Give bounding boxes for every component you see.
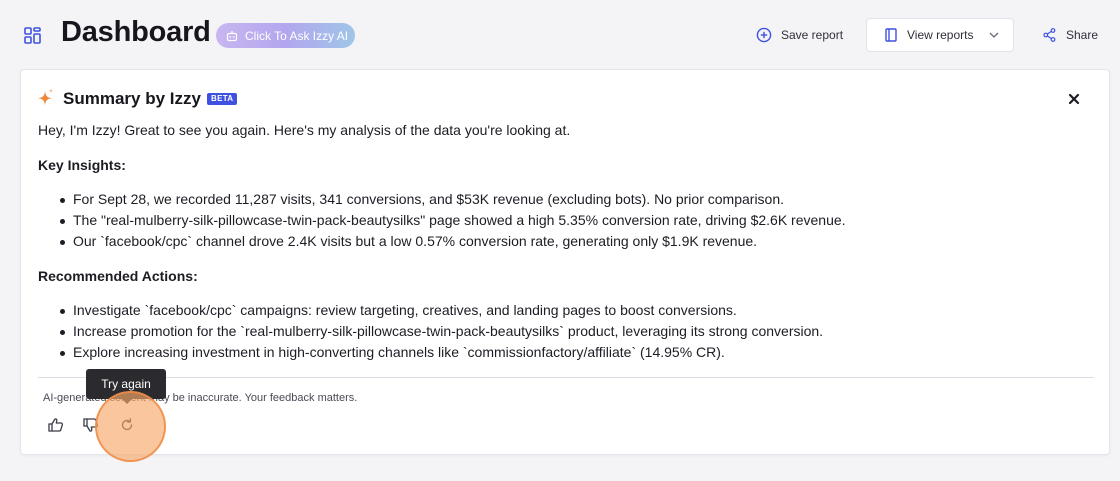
list-item: Investigate `facebook/cpc` campaigns: re…: [38, 300, 1098, 321]
close-icon[interactable]: [1067, 92, 1081, 106]
sparkle-icon: [38, 88, 54, 106]
ask-izzy-ai-button[interactable]: Click To Ask Izzy AI: [216, 23, 355, 48]
view-reports-label: View reports: [907, 28, 974, 42]
thumbs-down-icon[interactable]: [82, 416, 100, 434]
view-reports-dropdown[interactable]: View reports: [866, 18, 1014, 52]
plus-circle-icon: [756, 27, 772, 43]
thumbs-up-icon[interactable]: [47, 416, 65, 434]
list-item: Explore increasing investment in high-co…: [38, 342, 1098, 363]
try-again-tooltip: Try again: [86, 369, 166, 404]
ask-ai-label: Click To Ask Izzy AI: [245, 28, 349, 43]
recommended-actions-heading: Recommended Actions:: [38, 268, 198, 284]
summary-title: Summary by Izzy: [63, 89, 201, 108]
bookmark-icon: [885, 28, 897, 42]
key-insights-list: For Sept 28, we recorded 11,287 visits, …: [38, 189, 1098, 252]
greeting-text: Hey, I'm Izzy! Great to see you again. H…: [38, 122, 571, 138]
save-report-button[interactable]: Save report: [756, 26, 843, 44]
share-label: Share: [1066, 28, 1099, 42]
top-bar: Dashboard Click To Ask Izzy AI Save repo…: [0, 0, 1120, 68]
list-item: Our `facebook/cpc` channel drove 2.4K vi…: [38, 231, 1098, 252]
list-item: For Sept 28, we recorded 11,287 visits, …: [38, 189, 1098, 210]
refresh-icon[interactable]: [118, 416, 136, 434]
share-icon: [1043, 28, 1056, 42]
summary-card: Summary by Izzy BETA Hey, I'm Izzy! Grea…: [20, 69, 1110, 455]
beta-badge: BETA: [207, 93, 238, 105]
robot-icon: [226, 30, 238, 41]
divider: [38, 377, 1094, 378]
list-item: Increase promotion for the `real-mulberr…: [38, 321, 1098, 342]
recommended-actions-list: Investigate `facebook/cpc` campaigns: re…: [38, 300, 1098, 363]
key-insights-heading: Key Insights:: [38, 157, 126, 173]
share-button[interactable]: Share: [1043, 26, 1098, 44]
page-title: Dashboard: [61, 16, 211, 48]
dashboard-grid-icon[interactable]: [24, 27, 41, 44]
list-item: The "real-mulberry-silk-pillowcase-twin-…: [38, 210, 1098, 231]
chevron-down-icon: [989, 32, 999, 38]
save-report-label: Save report: [781, 28, 844, 42]
